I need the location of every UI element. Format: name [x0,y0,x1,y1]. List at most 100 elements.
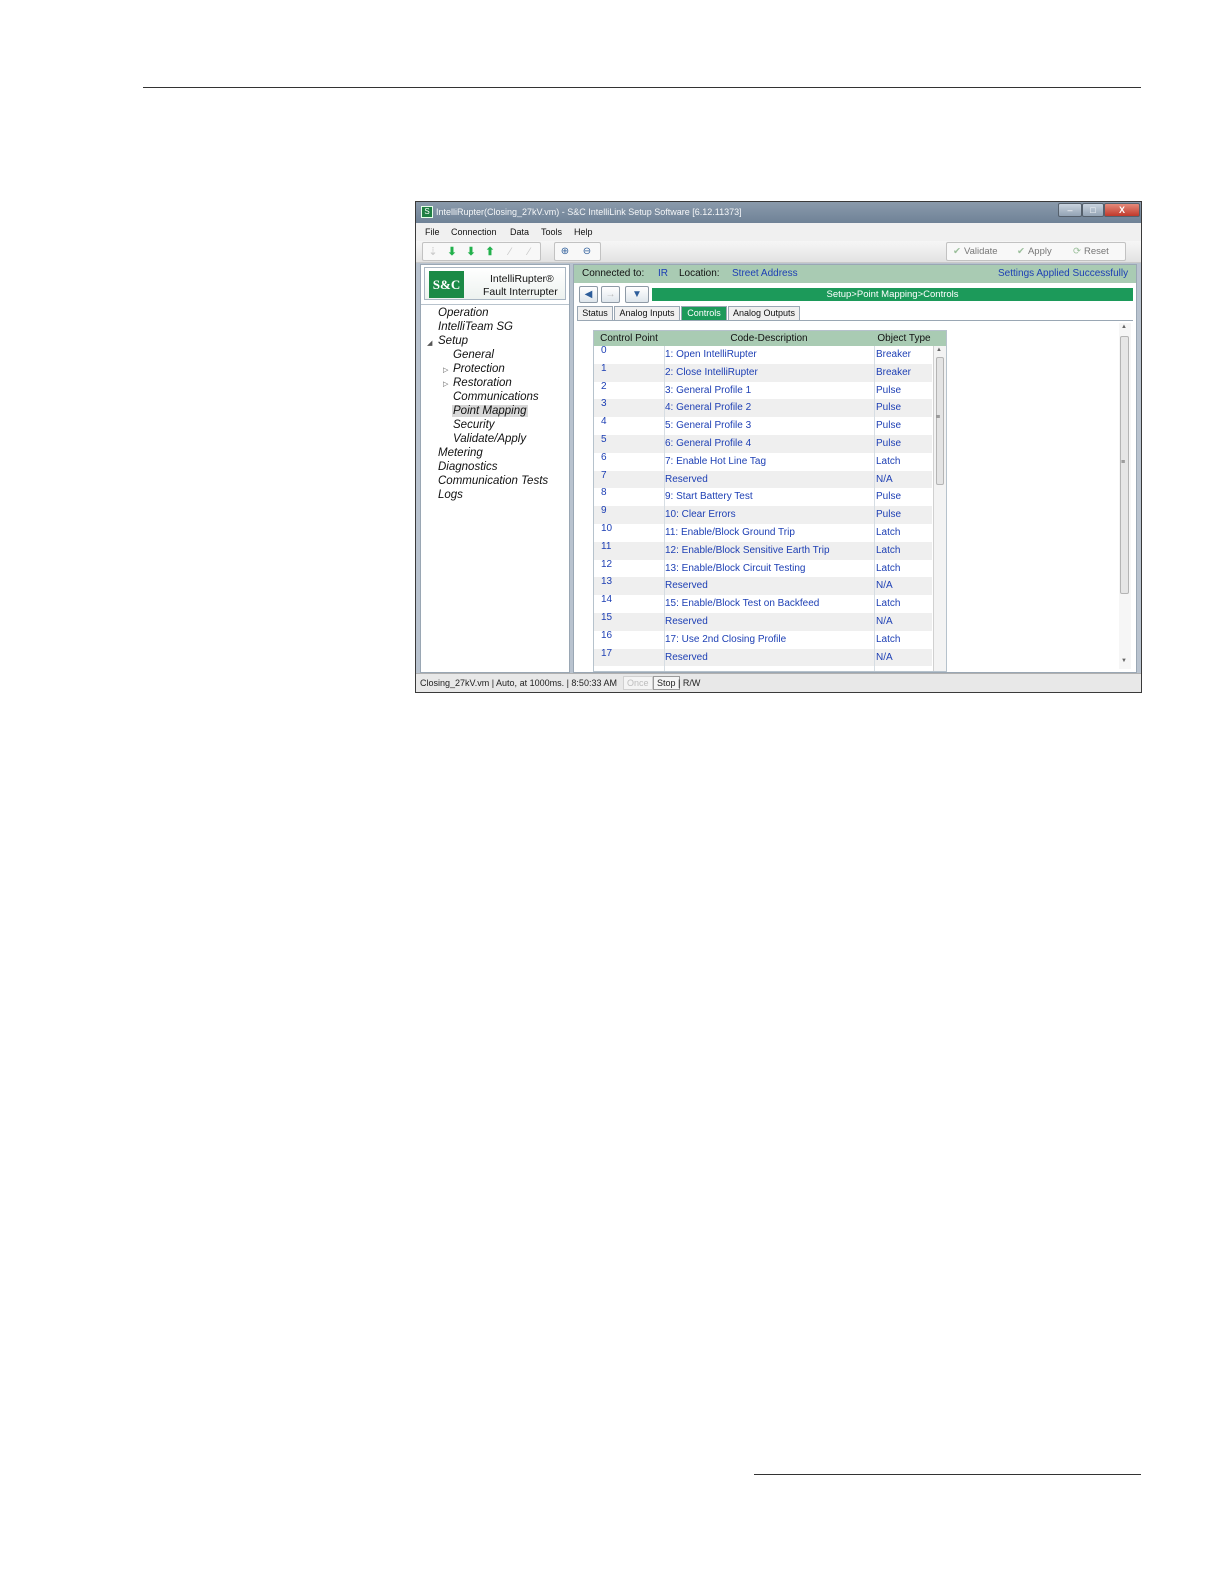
header-object-type[interactable]: Object Type [874,333,934,344]
control-point-cell[interactable]: 6 [601,452,607,463]
code-description-cell[interactable]: 12: Enable/Block Sensitive Earth Trip [665,545,830,556]
object-type-cell[interactable]: Pulse [876,385,901,396]
control-point-cell[interactable]: 14 [601,594,612,605]
menu-connection[interactable]: Connection [451,227,497,237]
code-description-cell[interactable]: 13: Enable/Block Circuit Testing [665,563,805,574]
stop-button[interactable]: Stop [653,676,680,690]
title-bar[interactable]: S IntelliRupter(Closing_27kV.vm) - S&C I… [416,202,1141,223]
collapsed-arrow-icon[interactable]: ▷ [443,366,448,374]
menu-file[interactable]: File [425,227,440,237]
code-description-cell[interactable]: Reserved [665,652,708,663]
nav-protection[interactable]: Protection [453,363,505,375]
close-button[interactable]: X [1104,203,1140,217]
code-description-cell[interactable]: Reserved [665,616,708,627]
table-row[interactable]: 5 6: General Profile 4 Pulse [594,434,932,453]
tab-analog-outputs[interactable]: Analog Outputs [728,306,800,320]
object-type-cell[interactable]: Latch [876,527,900,538]
object-type-cell[interactable]: Latch [876,598,900,609]
table-row[interactable]: 6 7: Enable Hot Line Tag Latch [594,452,932,471]
control-point-cell[interactable]: 8 [601,487,607,498]
code-description-cell[interactable]: Reserved [665,474,708,485]
control-point-cell[interactable]: 15 [601,612,612,623]
back-button[interactable]: ◀ [579,286,598,303]
object-type-cell[interactable]: N/A [876,652,893,663]
nav-communications[interactable]: Communications [453,391,539,403]
menu-data[interactable]: Data [510,227,529,237]
header-code-description[interactable]: Code-Description [664,333,874,344]
nav-operation[interactable]: Operation [438,307,489,319]
table-row[interactable]: 12 13: Enable/Block Circuit Testing Latch [594,559,932,578]
control-point-cell[interactable]: 3 [601,398,607,409]
table-row[interactable]: 14 15: Enable/Block Test on Backfeed Latch [594,594,932,613]
scroll-up-icon[interactable]: ▲ [1121,324,1127,330]
tab-status[interactable]: Status [577,306,613,320]
nav-logs[interactable]: Logs [438,489,463,501]
table-row[interactable]: 9 10: Clear Errors Pulse [594,505,932,524]
zoom-out-icon[interactable]: ⊖ [580,245,594,259]
object-type-cell[interactable]: Breaker [876,349,911,360]
table-row[interactable]: 8 9: Start Battery Test Pulse [594,487,932,506]
control-point-cell[interactable]: 4 [601,416,607,427]
nav-general[interactable]: General [453,349,494,361]
code-description-cell[interactable]: 3: General Profile 1 [665,385,751,396]
edit-alt-icon[interactable]: ⁄ [522,245,536,259]
upload-icon[interactable]: ⬆ [483,245,497,259]
scroll-up-icon[interactable]: ▲ [936,347,942,353]
object-type-cell[interactable]: Latch [876,456,900,467]
object-type-cell[interactable]: Pulse [876,491,901,502]
minimize-button[interactable]: – [1058,203,1082,217]
code-description-cell[interactable]: 4: General Profile 2 [665,402,751,413]
object-type-cell[interactable]: Pulse [876,509,901,520]
code-description-cell[interactable]: 11: Enable/Block Ground Trip [665,527,795,538]
code-description-cell[interactable]: 10: Clear Errors [665,509,736,520]
control-point-cell[interactable]: 10 [601,523,612,534]
validate-button[interactable]: ✔ Validate [953,246,998,257]
scroll-down-icon[interactable]: ▼ [1121,658,1127,664]
code-description-cell[interactable]: 2: Close IntelliRupter [665,367,758,378]
tab-analog-inputs[interactable]: Analog Inputs [614,306,680,320]
table-row[interactable]: 4 5: General Profile 3 Pulse [594,416,932,435]
object-type-cell[interactable]: Latch [876,634,900,645]
nav-intelliteam-sg[interactable]: IntelliTeam SG [438,321,513,333]
object-type-cell[interactable]: Pulse [876,438,901,449]
table-scrollbar[interactable]: ▲ ≡ [933,346,946,671]
nav-security[interactable]: Security [453,419,495,431]
control-point-cell[interactable]: 13 [601,576,612,587]
object-type-cell[interactable]: Latch [876,563,900,574]
table-row[interactable]: 3 4: General Profile 2 Pulse [594,398,932,418]
nav-metering[interactable]: Metering [438,447,483,459]
code-description-cell[interactable]: 1: Open IntelliRupter [665,349,757,360]
nav-validate-apply[interactable]: Validate/Apply [453,433,526,445]
table-row[interactable]: 7 Reserved N/A [594,470,932,489]
zoom-in-icon[interactable]: ⊕ [558,245,572,259]
control-point-cell[interactable]: 1 [601,363,607,374]
connect-icon[interactable]: ⇣ [426,245,440,259]
object-type-cell[interactable]: Pulse [876,402,901,413]
reset-button[interactable]: ⟳ Reset [1073,246,1109,257]
download-all-icon[interactable]: ⬇ [464,245,478,259]
object-type-cell[interactable]: Latch [876,545,900,556]
control-point-cell[interactable]: 12 [601,559,612,570]
nav-communication-tests[interactable]: Communication Tests [438,475,548,487]
once-button[interactable]: Once [623,676,653,690]
header-control-point[interactable]: Control Point [594,333,664,344]
nav-setup[interactable]: Setup [438,335,468,347]
table-row[interactable]: 13 Reserved N/A [594,576,932,596]
code-description-cell[interactable]: 9: Start Battery Test [665,491,753,502]
table-row[interactable]: 17 Reserved N/A [594,648,932,667]
code-description-cell[interactable]: 7: Enable Hot Line Tag [665,456,766,467]
control-point-cell[interactable]: 9 [601,505,607,516]
collapsed-arrow-icon[interactable]: ▷ [443,380,448,388]
object-type-cell[interactable]: N/A [876,474,893,485]
table-row[interactable]: 11 12: Enable/Block Sensitive Earth Trip L… [594,541,932,560]
table-row[interactable]: 0 1: Open IntelliRupter Breaker [594,345,932,364]
code-description-cell[interactable]: 5: General Profile 3 [665,420,751,431]
table-row[interactable]: 16 17: Use 2nd Closing Profile Latch [594,630,932,649]
code-description-cell[interactable]: 17: Use 2nd Closing Profile [665,634,786,645]
nav-restoration[interactable]: Restoration [453,377,512,389]
control-point-cell[interactable]: 7 [601,470,607,481]
code-description-cell[interactable]: Reserved [665,580,708,591]
menu-help[interactable]: Help [574,227,593,237]
code-description-cell[interactable]: 6: General Profile 4 [665,438,751,449]
control-point-cell[interactable]: 5 [601,434,607,445]
